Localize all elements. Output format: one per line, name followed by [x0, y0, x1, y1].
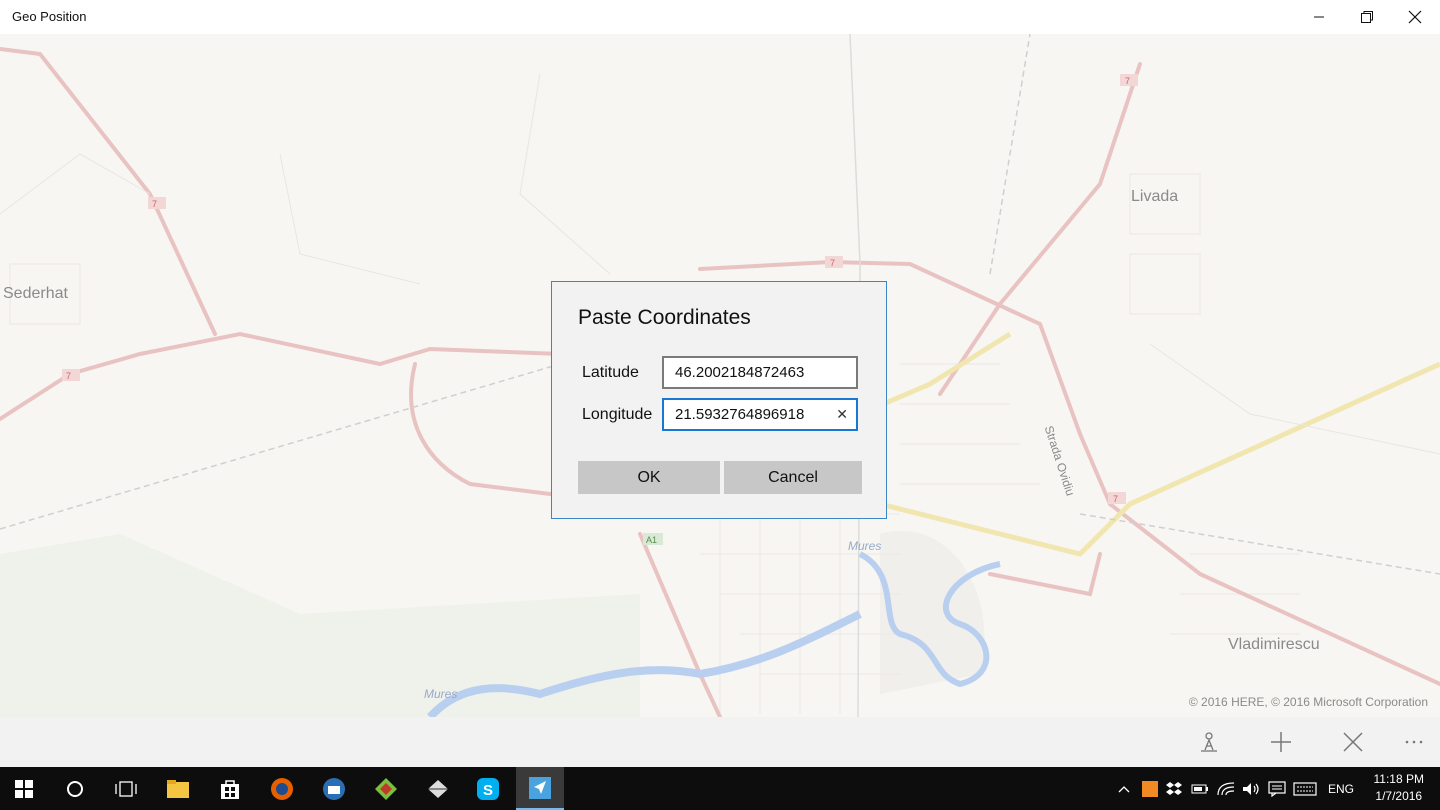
road-shield: 7: [1113, 494, 1119, 504]
map-label-mures-west: Mures: [424, 687, 458, 701]
restore-button[interactable]: [1344, 0, 1390, 34]
latitude-input[interactable]: 46.2002184872463: [662, 356, 858, 389]
tray-language[interactable]: ENG: [1324, 767, 1358, 810]
git-diamond-icon: [375, 777, 397, 800]
tray-battery[interactable]: [1189, 767, 1211, 810]
taskbar-git[interactable]: [362, 767, 410, 810]
taskbar-thunderbird[interactable]: [310, 767, 358, 810]
location-arrow-icon: [529, 776, 551, 799]
dialog-title: Paste Coordinates: [578, 306, 751, 329]
person-location-icon: [1201, 732, 1217, 752]
firefox-icon: [271, 777, 293, 800]
map-label-sederhat: Sederhat: [3, 285, 68, 302]
diamond-app-icon: [428, 779, 448, 798]
tray-dropbox[interactable]: [1164, 767, 1184, 810]
road-shield-a1: A1: [646, 535, 658, 545]
minimize-icon: [1314, 16, 1324, 18]
chevron-up-icon: [1118, 785, 1130, 792]
more-button[interactable]: [1396, 725, 1432, 759]
taskbar-file-explorer[interactable]: [154, 767, 202, 810]
cancel-button[interactable]: Cancel: [724, 461, 862, 494]
battery-icon: [1191, 784, 1208, 793]
tray-volume[interactable]: [1240, 767, 1262, 810]
volume-icon: [1243, 782, 1259, 795]
clock-date: 1/7/2016: [1375, 789, 1423, 803]
app-command-bar: [0, 717, 1440, 767]
latitude-value: 46.2002184872463: [675, 364, 805, 381]
minimize-button[interactable]: [1296, 0, 1342, 34]
close-icon: [1408, 10, 1422, 24]
ok-button[interactable]: OK: [578, 461, 720, 494]
map-label-mures: Mures: [848, 539, 882, 553]
folder-icon: [167, 779, 189, 798]
map-copyright: © 2016 HERE, © 2016 Microsoft Corporatio…: [1188, 695, 1428, 709]
map-label-vladimirescu: Vladimirescu: [1228, 636, 1320, 653]
start-button[interactable]: [0, 767, 48, 810]
restore-icon: [1361, 11, 1373, 23]
svg-text:S: S: [483, 782, 493, 799]
taskbar-store[interactable]: [206, 767, 254, 810]
longitude-value: 21.5932764896918: [675, 406, 805, 423]
tray-touch-keyboard[interactable]: [1292, 767, 1318, 810]
thunderbird-icon: [323, 777, 345, 800]
keyboard-icon: [1293, 781, 1317, 796]
wifi-icon: [1217, 781, 1235, 795]
clear-input-icon[interactable]: ✕: [836, 400, 848, 429]
latitude-label: Latitude: [582, 364, 639, 381]
tray-wifi[interactable]: [1215, 767, 1237, 810]
tray-app[interactable]: [1140, 767, 1160, 810]
taskbar: S ENG 11:18 PM 1/7/2016: [0, 767, 1440, 810]
road-shield: 7: [66, 371, 72, 381]
tray-orange-app-icon: [1142, 780, 1158, 797]
road-shield: 7: [1125, 76, 1131, 86]
cortana-circle-icon: [67, 780, 83, 797]
window-title: Geo Position: [12, 9, 87, 24]
taskbar-geo-position[interactable]: [516, 767, 564, 810]
cortana-button[interactable]: [51, 767, 99, 810]
close-icon: [1343, 732, 1363, 752]
taskbar-firefox[interactable]: [258, 767, 306, 810]
taskbar-app-arrow[interactable]: [414, 767, 462, 810]
taskbar-skype[interactable]: S: [464, 767, 512, 810]
map-label-livada: Livada: [1131, 188, 1179, 205]
task-view-button[interactable]: [102, 767, 150, 810]
dropbox-icon: [1166, 781, 1182, 795]
road-shield: 7: [830, 258, 836, 268]
close-window-button[interactable]: [1392, 0, 1438, 34]
skype-icon: S: [477, 777, 499, 800]
tray-action-center[interactable]: [1266, 767, 1288, 810]
add-icon: [1271, 732, 1291, 752]
task-view-icon: [115, 780, 137, 797]
add-button[interactable]: [1263, 725, 1299, 759]
longitude-input[interactable]: 21.5932764896918 ✕: [662, 398, 858, 431]
notification-icon: [1268, 780, 1286, 797]
paste-coordinates-dialog: Paste Coordinates Latitude 46.2002184872…: [551, 281, 887, 519]
windows-logo-icon: [15, 779, 33, 798]
clear-button[interactable]: [1335, 725, 1371, 759]
show-hidden-icons-button[interactable]: [1116, 767, 1132, 810]
clock-time: 11:18 PM: [1373, 772, 1424, 786]
store-bag-icon: [221, 779, 239, 799]
longitude-label: Longitude: [582, 406, 653, 423]
locate-me-button[interactable]: [1191, 725, 1227, 759]
taskbar-clock[interactable]: 11:18 PM 1/7/2016: [1374, 771, 1424, 805]
title-bar: Geo Position: [0, 0, 1440, 34]
road-shield: 7: [152, 199, 158, 209]
more-icon: [1405, 740, 1423, 744]
